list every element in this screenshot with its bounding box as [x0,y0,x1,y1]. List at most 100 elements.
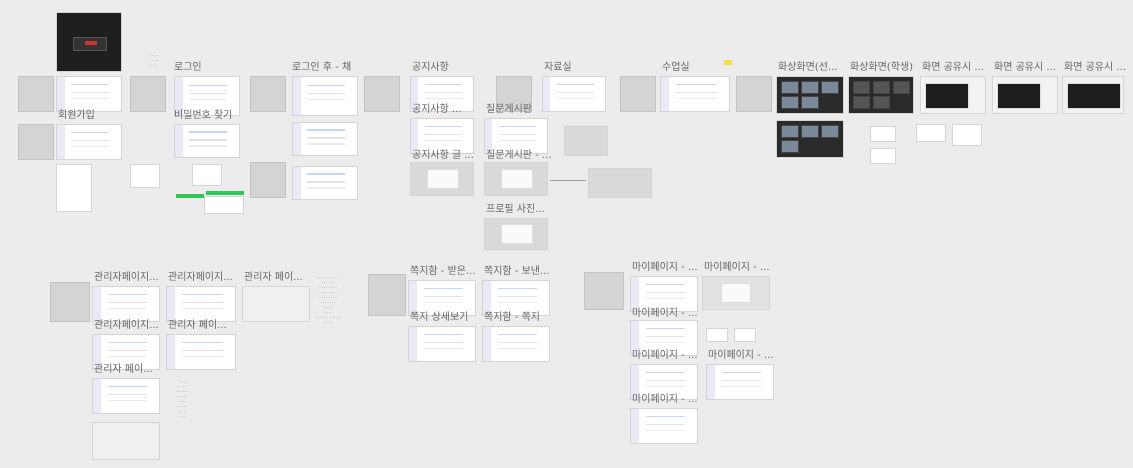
qna-popup-1[interactable] [564,126,608,156]
admin-frame-5[interactable] [166,334,236,370]
admin-list-note: · · · · · · · · · · · · · · · · · · · · … [176,380,189,419]
screen-share-frame-3[interactable] [1062,76,1124,114]
student-popup-2[interactable] [870,148,896,164]
notice-detail-frame[interactable] [410,118,474,154]
video-cell [781,96,799,109]
frame-title-admin-2: 관리자페이지... [168,272,233,283]
section-sticky-mypage[interactable] [584,272,624,310]
video-cell [801,81,819,94]
video-cell [821,125,839,138]
admin-frame-1[interactable] [92,286,160,322]
landing-frame[interactable] [56,12,122,72]
video-cell [821,81,839,94]
frame-title-classroom: 수업실 [662,62,690,73]
video-cell [781,140,799,153]
frame-title-mypage-2: 마이페이지 - ... [704,262,770,273]
find-password-popup[interactable] [192,164,222,186]
video-cell [873,96,890,109]
notice-write-frame[interactable] [410,162,474,196]
login-after-frame-2[interactable] [292,122,358,156]
frame-title-admin-3: 관리자 페이... [244,272,303,283]
whiteboard-canvas[interactable]: · · · · · · · · · · · 로그인 비밀번호 찾기 로그인 후 … [0,0,1133,468]
landing-red-button [85,41,97,45]
login-after-frame[interactable] [292,76,358,116]
mypage-frame-2[interactable] [702,276,770,310]
mypage-frame-1[interactable] [630,276,698,312]
frame-title-notice-detail: 공지사항 ... [412,104,462,115]
mypage-popup-small-2[interactable] [734,328,756,342]
screen-share-frame-1[interactable] [920,76,986,114]
qna-popup-2[interactable] [588,168,652,198]
screen-share-frame-2[interactable] [992,76,1058,114]
qna-detail-frame[interactable] [484,162,548,196]
section-sticky-7[interactable] [620,76,656,112]
find-password-frame[interactable] [174,124,240,158]
section-sticky-1[interactable] [18,76,54,112]
admin-frame-3[interactable] [242,286,310,322]
section-sticky-4[interactable] [364,76,400,112]
mypage-popup-small-1[interactable] [706,328,728,342]
section-sticky-2[interactable] [130,76,166,112]
flow-arrow [550,180,586,181]
archive-frame[interactable] [542,76,606,112]
shared-screen [1067,83,1121,109]
green-button-2[interactable] [206,191,244,195]
section-sticky-notes[interactable] [368,274,406,316]
student-popup-1[interactable] [870,126,896,142]
frame-title-mypage-6: 마이페이지 - ... [632,394,698,405]
frame-title-login-after: 로그인 후 - 채 [292,62,352,73]
share-popup-1[interactable] [916,124,946,142]
profile-photo-frame[interactable] [484,218,548,250]
yellow-sticky[interactable] [724,60,732,65]
frame-title-note-sent: 쪽지함 - 보낸... [484,266,550,277]
frame-title-note-recv: 쪽지함 - 받은... [410,266,476,277]
classroom-frame[interactable] [660,76,730,112]
admin-frame-7[interactable] [92,422,160,460]
login-after-frame-3[interactable] [292,166,358,200]
mypage-frame-6[interactable] [630,408,698,444]
frame-title-signup: 회원가입 [58,110,95,121]
shared-screen [997,83,1041,109]
frame-title-mypage-5: 마이페이지 - ... [708,350,774,361]
admin-frame-6[interactable] [92,378,160,414]
section-sticky-5[interactable] [250,162,286,198]
video-teacher-frame-2[interactable] [776,120,844,158]
note-view-frame[interactable] [482,326,550,362]
signup-terms-frame[interactable] [56,164,92,212]
frame-title-mypage-4: 마이페이지 - ... [632,350,698,361]
admin-spec-note: · · · · · · · · · · · · · · · · · · · · … [316,276,340,325]
frame-title-notice-write: 공지사항 글 ... [412,150,474,161]
admin-frame-2[interactable] [166,286,236,322]
video-cell [873,81,890,94]
frame-title-video-teacher: 화상화면(선... [778,62,838,73]
mypage-frame-5[interactable] [706,364,774,400]
frame-title-profile-photo: 프로필 사진... [486,204,545,215]
section-sticky-8[interactable] [736,76,772,112]
section-sticky-3[interactable] [250,76,286,112]
note-sent-frame[interactable] [482,280,550,316]
note-write-frame[interactable] [408,326,476,362]
signup-frame[interactable] [56,124,122,160]
main-frame[interactable] [56,76,122,112]
frame-title-notice: 공지사항 [412,62,449,73]
share-popup-2[interactable] [952,124,982,146]
notice-write-card [427,169,459,189]
note-recv-frame[interactable] [408,280,476,316]
frame-title-archive: 자료실 [544,62,572,73]
find-password-result[interactable] [204,196,244,214]
frame-title-login: 로그인 [174,62,202,73]
section-sticky-signup[interactable] [18,124,54,160]
video-student-frame[interactable] [848,76,914,114]
video-teacher-frame[interactable] [776,76,844,114]
qna-frame[interactable] [484,118,548,154]
shared-screen [925,83,969,109]
profile-photo-card [501,224,533,244]
section-sticky-admin[interactable] [50,282,90,322]
frame-title-video-student: 화상화면(학생) [850,62,914,73]
signup-popup-1[interactable] [130,164,160,188]
video-cell [801,125,819,138]
frame-title-qna: 질문게시판 [486,104,532,115]
green-button[interactable] [176,194,204,198]
landing-note: · · · · · · · · · · · [150,54,158,68]
qna-detail-card [501,169,533,189]
